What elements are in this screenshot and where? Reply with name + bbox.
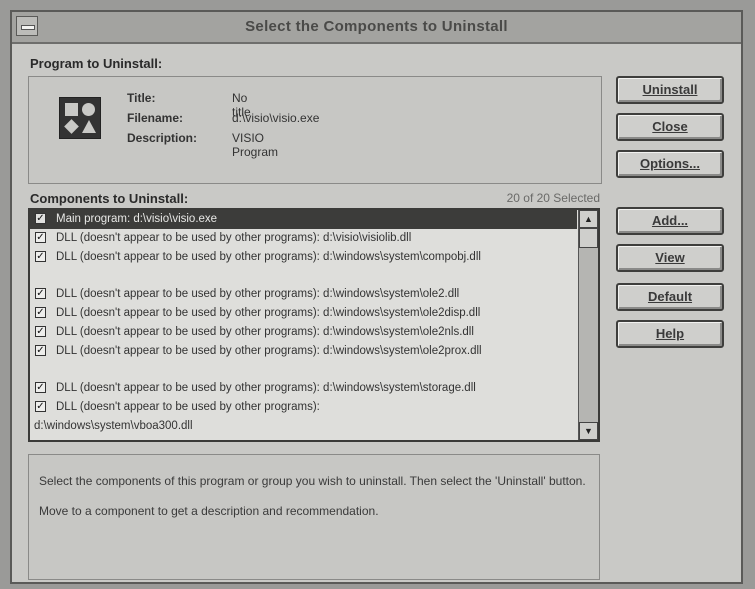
list-item[interactable]: ✓ DLL (doesn't appear to be used by othe… <box>30 248 577 267</box>
checkbox-checked-icon[interactable]: ✓ <box>35 326 46 337</box>
list-item[interactable]: ✓ DLL (doesn't appear to be used by othe… <box>30 398 577 436</box>
window-title: Select the Components to Uninstall <box>245 18 508 35</box>
program-section-label: Program to Uninstall: <box>30 56 163 71</box>
selected-count: 20 of 20 Selected <box>506 191 600 205</box>
list-item-label: DLL (doesn't appear to be used by other … <box>56 232 412 244</box>
help-button[interactable]: Help <box>616 320 724 348</box>
list-item-label: DLL (doesn't appear to be used by other … <box>56 382 476 394</box>
uninstall-dialog: Select the Components to Uninstall Progr… <box>10 10 743 584</box>
list-item-label-continued: d:\windows\system\vboa300.dll <box>34 420 193 432</box>
list-item-label: DLL (doesn't appear to be used by other … <box>56 345 482 357</box>
description-value: VISIO Program <box>232 131 279 159</box>
list-item[interactable]: ✓ DLL (doesn't appear to be used by othe… <box>30 342 577 361</box>
close-button[interactable]: Close <box>616 113 724 141</box>
options-button[interactable]: Options... <box>616 150 724 178</box>
description-text-2: Move to a component to get a description… <box>39 504 379 518</box>
checkbox-checked-icon[interactable]: ✓ <box>35 382 46 393</box>
list-item-label: DLL (doesn't appear to be used by other … <box>56 401 320 413</box>
scroll-down-arrow-icon[interactable]: ▼ <box>579 422 598 440</box>
checkbox-checked-icon[interactable]: ✓ <box>35 288 46 299</box>
default-button[interactable]: Default <box>616 283 724 311</box>
checkbox-checked-icon[interactable]: ✓ <box>35 307 46 318</box>
list-item[interactable]: ✓ DLL (doesn't appear to be used by othe… <box>30 323 577 342</box>
system-menu-icon[interactable] <box>16 16 38 36</box>
uninstall-button[interactable]: Uninstall <box>616 76 724 104</box>
list-item[interactable]: ✓ Main program: d:\visio\visio.exe <box>30 210 577 229</box>
visio-app-icon <box>59 97 101 139</box>
title-key: Title: <box>127 91 156 105</box>
list-item-label: DLL (doesn't appear to be used by other … <box>56 251 481 263</box>
scroll-up-arrow-icon[interactable]: ▲ <box>579 210 598 228</box>
components-listbox[interactable]: ✓ Main program: d:\visio\visio.exe ✓ DLL… <box>28 208 600 442</box>
list-item-label: DLL (doesn't appear to be used by other … <box>56 307 481 319</box>
list-scrollbar[interactable]: ▲ ▼ <box>578 210 598 440</box>
list-item[interactable]: ✓ DLL (doesn't appear to be used by othe… <box>30 304 577 323</box>
view-button[interactable]: View <box>616 244 724 272</box>
components-section-label: Components to Uninstall: <box>30 191 189 206</box>
checkbox-checked-icon[interactable]: ✓ <box>35 213 46 224</box>
list-item-label: DLL (doesn't appear to be used by other … <box>56 326 474 338</box>
filename-value: d:\visio\visio.exe <box>232 111 320 125</box>
scroll-thumb[interactable] <box>579 228 598 248</box>
description-key: Description: <box>127 131 198 145</box>
checkbox-checked-icon[interactable]: ✓ <box>35 251 46 262</box>
components-list: ✓ Main program: d:\visio\visio.exe ✓ DLL… <box>30 210 577 436</box>
list-item[interactable]: ✓ DLL (doesn't appear to be used by othe… <box>30 285 577 304</box>
list-item[interactable]: ✓ DLL (doesn't appear to be used by othe… <box>30 379 577 398</box>
checkbox-checked-icon[interactable]: ✓ <box>35 345 46 356</box>
description-box: Select the components of this program or… <box>28 454 600 580</box>
add-button[interactable]: Add... <box>616 207 724 235</box>
checkbox-checked-icon[interactable]: ✓ <box>35 232 46 243</box>
filename-key: Filename: <box>127 111 184 125</box>
list-item[interactable]: ✓ DLL (doesn't appear to be used by othe… <box>30 229 577 248</box>
program-info-box: Title: No title Filename: d:\visio\visio… <box>28 76 602 184</box>
checkbox-checked-icon[interactable]: ✓ <box>35 401 46 412</box>
list-item-label: DLL (doesn't appear to be used by other … <box>56 288 460 300</box>
title-bar[interactable]: Select the Components to Uninstall <box>12 12 741 44</box>
description-text-1: Select the components of this program or… <box>39 474 586 488</box>
list-item-label: Main program: d:\visio\visio.exe <box>56 213 218 225</box>
